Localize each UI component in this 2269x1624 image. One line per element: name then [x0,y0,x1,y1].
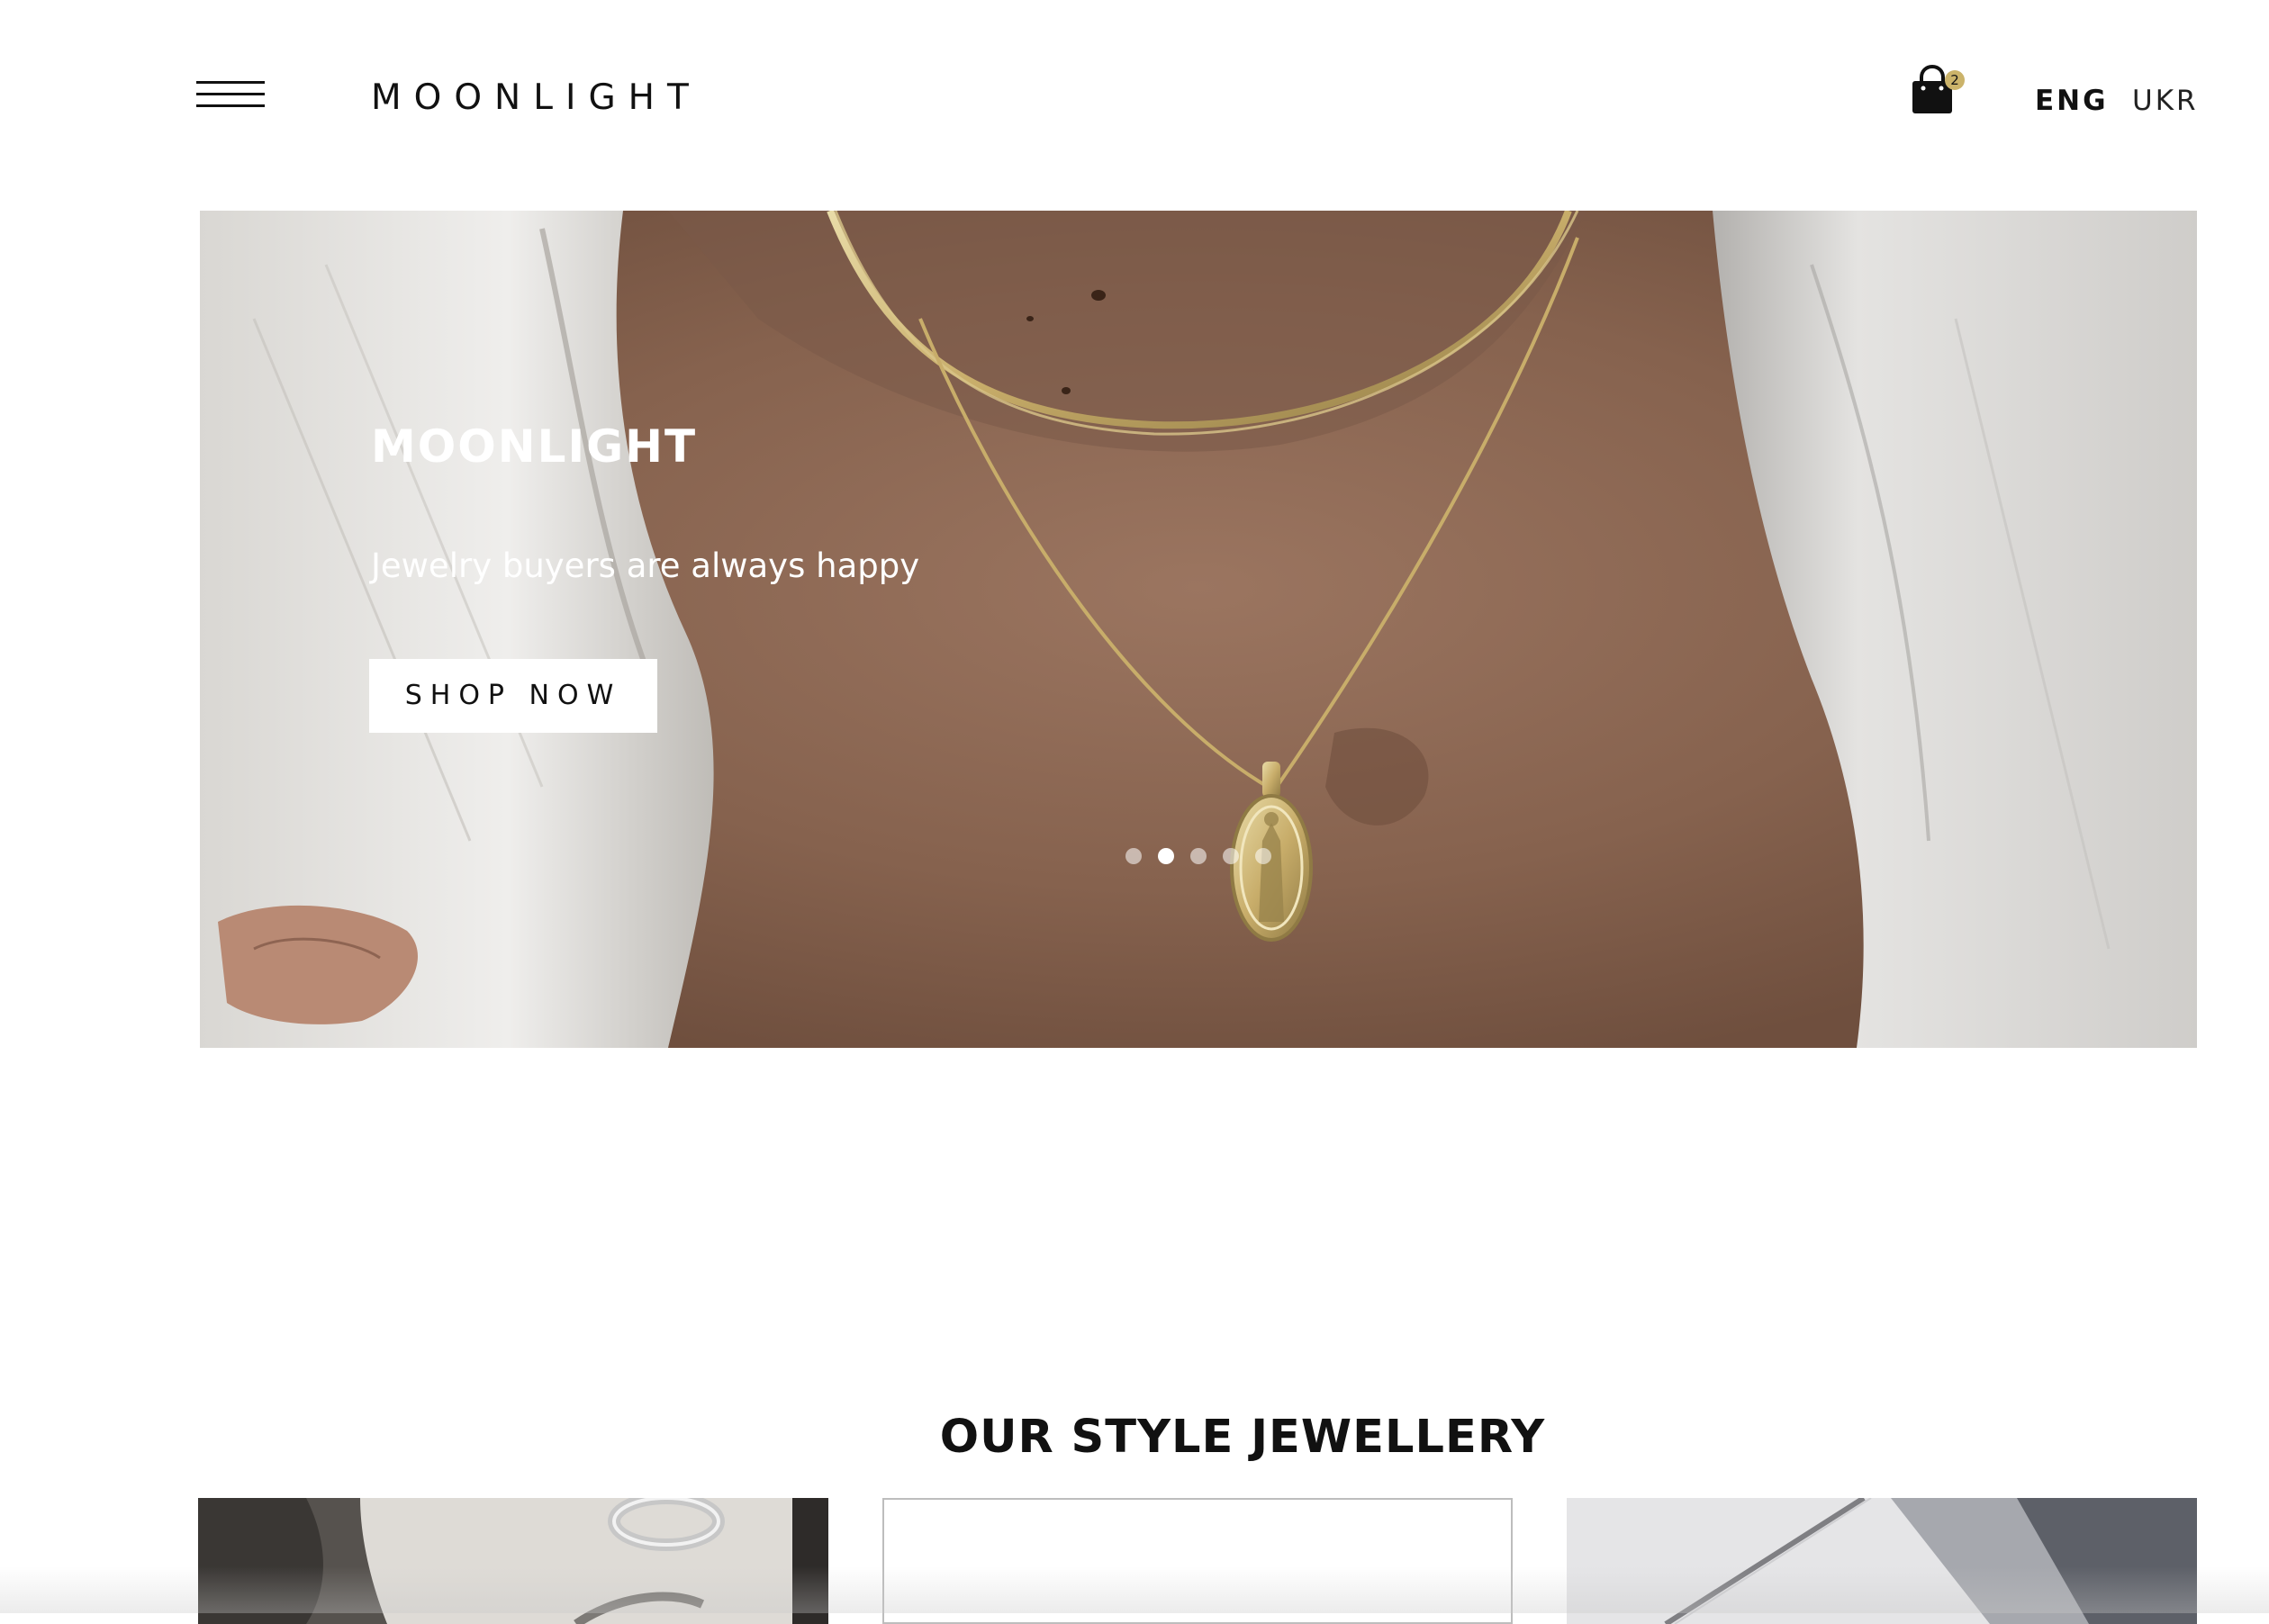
menu-line [196,81,265,84]
hero-image [200,211,2197,1048]
cart-count-badge: 2 [1945,70,1965,90]
shop-now-button[interactable]: SHOP NOW [369,659,657,733]
collection-card-necklace[interactable] [1567,1498,2197,1624]
hero-title: MOONLIGHT [371,420,698,473]
collection-card-blank[interactable] [882,1498,1513,1624]
necklace-image [1567,1498,2197,1624]
collection-card-rings[interactable] [198,1498,828,1624]
slider-dot[interactable] [1190,848,1207,864]
rings-image [198,1498,828,1624]
language-eng[interactable]: ENG [2035,83,2109,119]
slider-dot[interactable] [1255,848,1271,864]
hamburger-menu-icon[interactable] [196,81,265,112]
language-ukr[interactable]: UKR [2132,83,2199,119]
slider-dot-active[interactable] [1158,848,1174,864]
menu-line [196,104,265,107]
hero-subtitle: Jewelry buyers are always happy [371,546,920,585]
brand-logo[interactable]: MOONLIGHT [371,74,701,122]
section-title: OUR STYLE JEWELLERY [939,1411,1546,1465]
slider-pagination [1125,846,1271,868]
menu-line [196,93,265,95]
cart-button[interactable]: 2 [1907,63,1970,122]
site-header: MOONLIGHT 2 ENG UKR [0,0,2269,207]
slider-dot[interactable] [1223,848,1239,864]
slider-dot[interactable] [1125,848,1142,864]
hero-slider: MOONLIGHT Jewelry buyers are always happ… [200,211,2197,1048]
